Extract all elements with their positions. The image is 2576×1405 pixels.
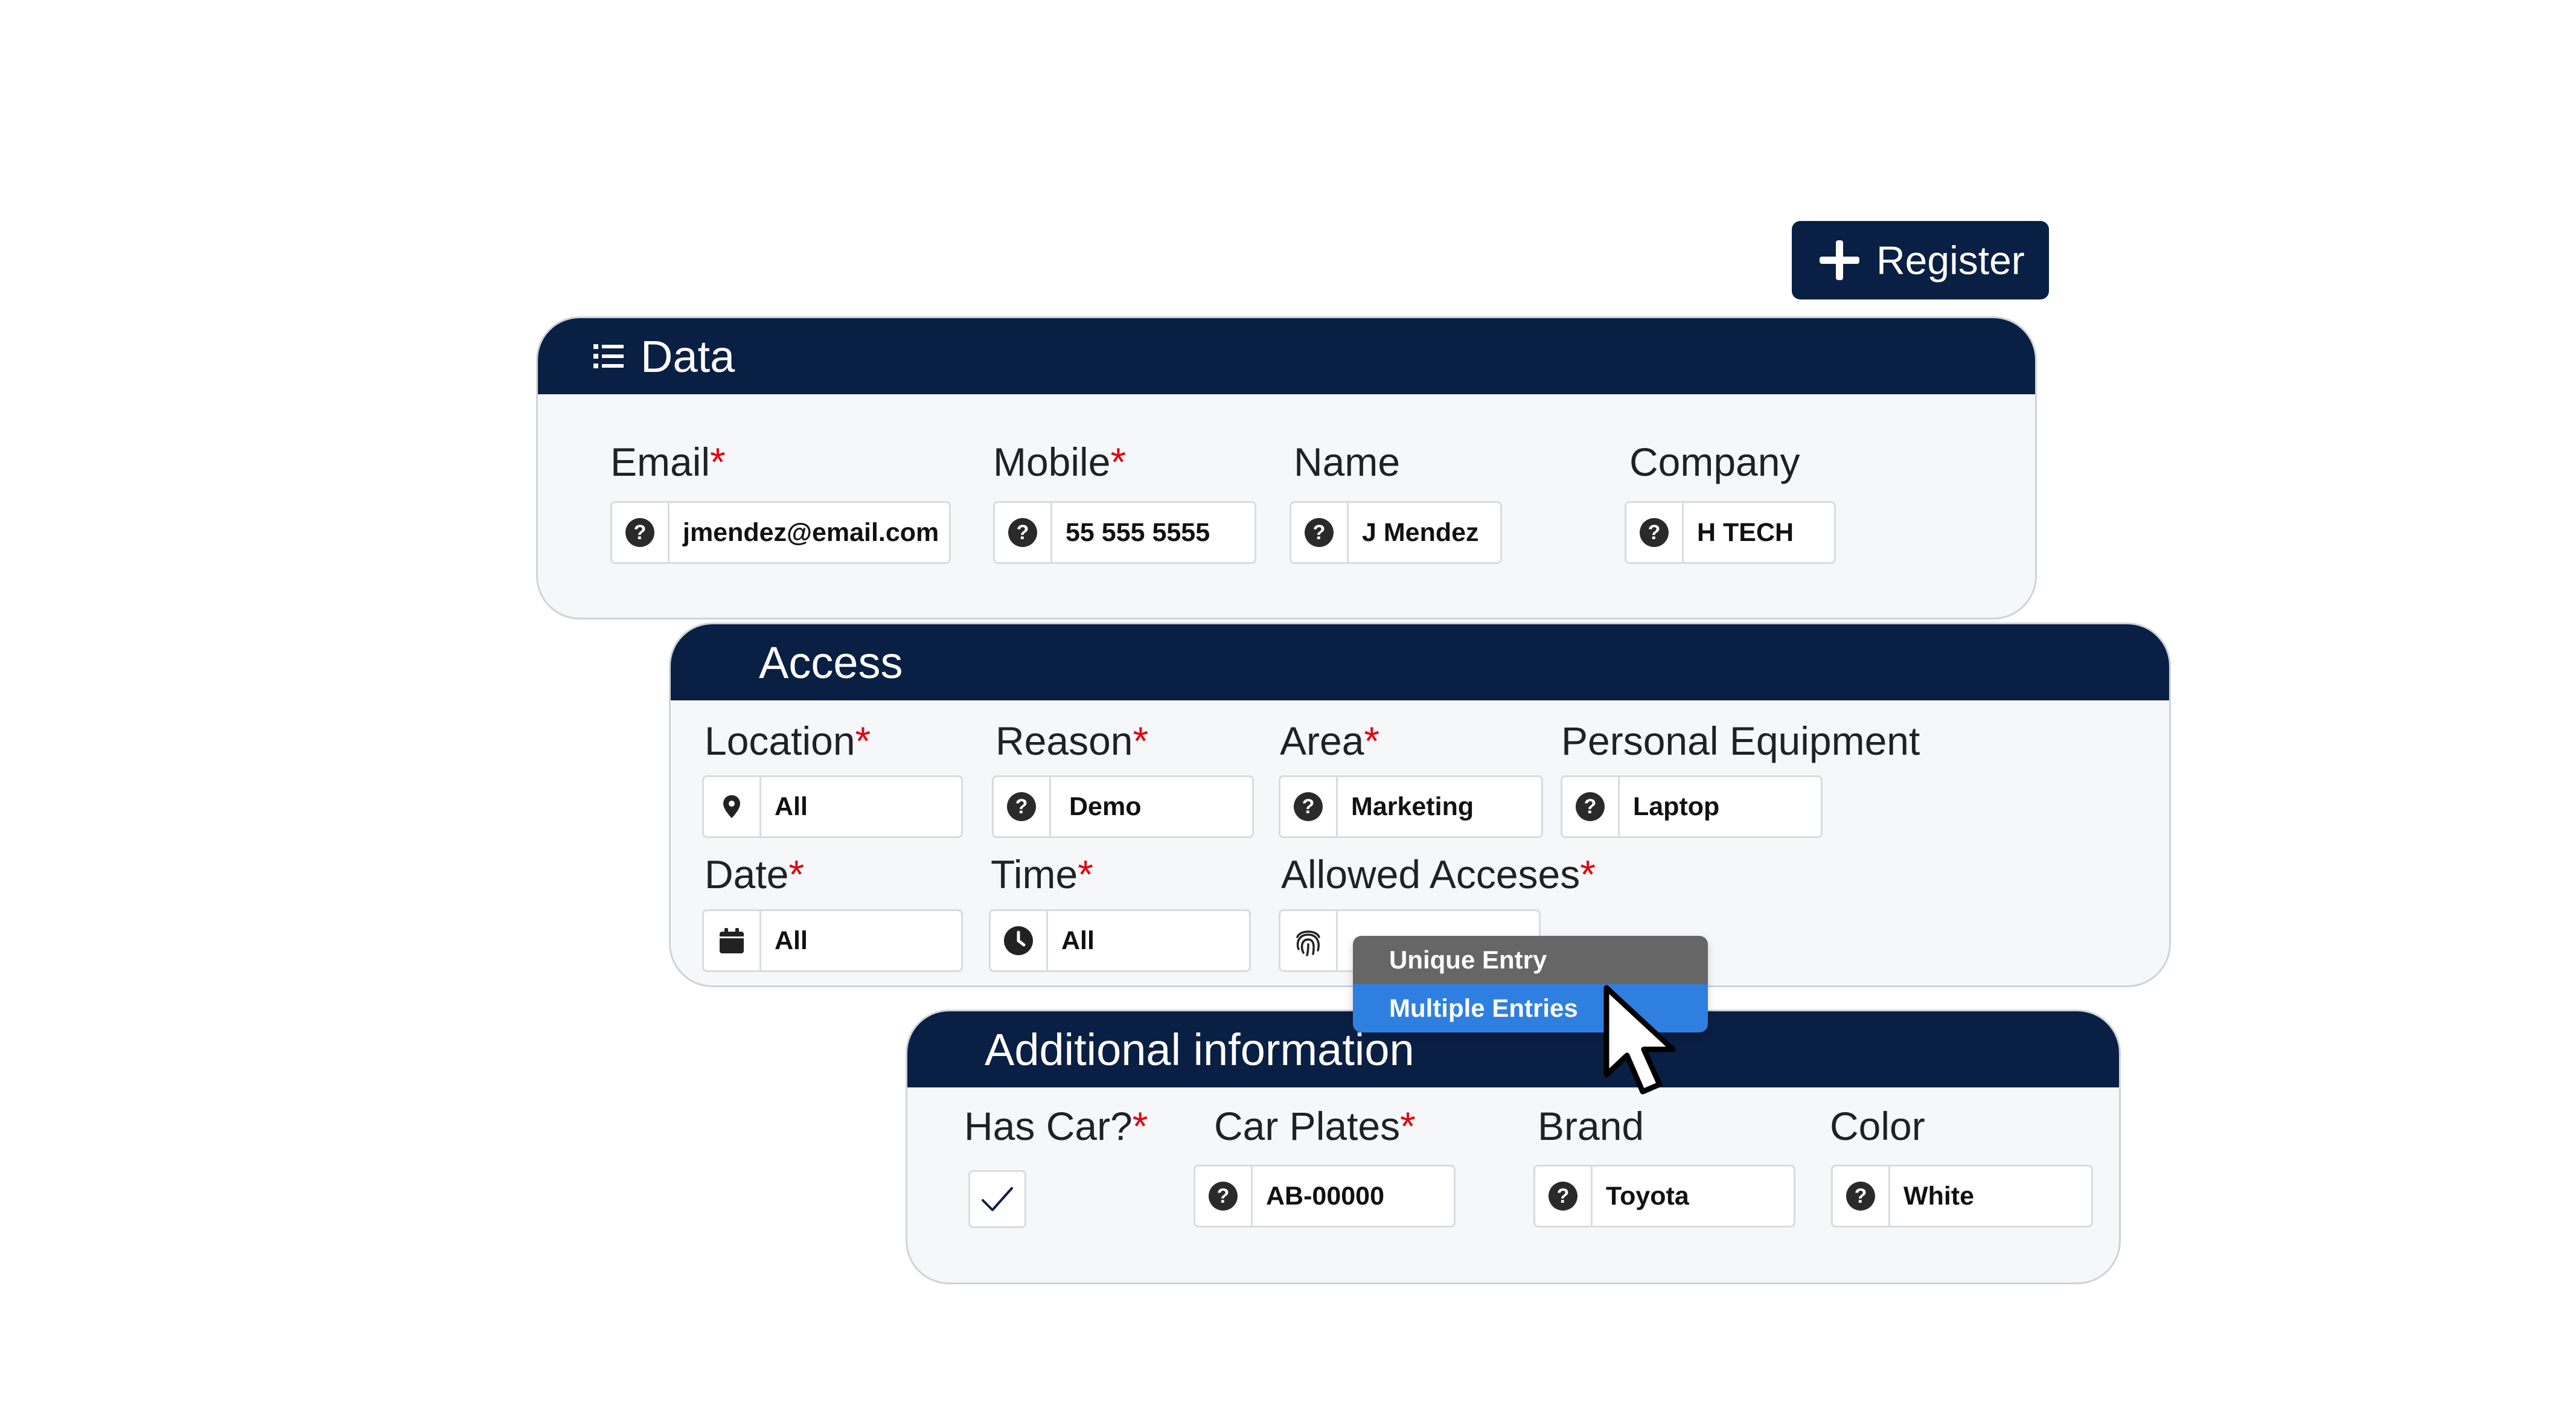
color-label: Color xyxy=(1830,1104,1925,1148)
date-value: All xyxy=(775,926,808,955)
access-card: Access Location* All Reason* ? Demo Area… xyxy=(669,622,2171,987)
email-field[interactable]: ? jmendez@email.com xyxy=(610,501,951,564)
reason-label: Reason* xyxy=(996,719,1149,763)
map-pin-icon xyxy=(723,795,740,818)
allowed-accesses-label: Allowed Acceses* xyxy=(1281,852,1596,897)
name-value: J Mendez xyxy=(1362,517,1479,547)
required-marker: * xyxy=(1364,719,1380,763)
access-card-header: Access xyxy=(671,624,2169,700)
personal-equipment-value: Laptop xyxy=(1633,792,1720,821)
required-marker: * xyxy=(788,852,805,897)
clock-icon xyxy=(1004,926,1033,955)
area-select[interactable]: ? Marketing xyxy=(1279,775,1543,838)
time-value: All xyxy=(1061,926,1095,955)
location-select[interactable]: All xyxy=(702,775,963,838)
car-plates-field[interactable]: ? AB-00000 xyxy=(1194,1165,1456,1227)
required-marker: * xyxy=(855,719,871,763)
personal-equipment-select[interactable]: ? Laptop xyxy=(1561,775,1823,838)
time-picker[interactable]: All xyxy=(989,909,1251,972)
color-field[interactable]: ? White xyxy=(1831,1165,2093,1227)
reason-select[interactable]: ? Demo xyxy=(992,775,1254,838)
plus-icon xyxy=(1816,237,1863,284)
reason-value: Demo xyxy=(1069,792,1142,821)
car-plates-value: AB-00000 xyxy=(1266,1181,1384,1211)
question-circle-icon[interactable]: ? xyxy=(1640,518,1669,547)
has-car-label: Has Car?* xyxy=(964,1104,1148,1148)
question-circle-icon[interactable]: ? xyxy=(1294,792,1323,821)
location-value: All xyxy=(775,792,808,821)
required-marker: * xyxy=(1580,852,1596,897)
question-circle-icon[interactable]: ? xyxy=(1305,518,1334,547)
required-marker: * xyxy=(1400,1104,1416,1148)
date-picker[interactable]: All xyxy=(702,909,963,972)
checkmark-icon xyxy=(982,1187,1013,1211)
brand-field[interactable]: ? Toyota xyxy=(1533,1165,1795,1227)
question-circle-icon[interactable]: ? xyxy=(1209,1182,1238,1211)
register-label: Register xyxy=(1876,238,2025,283)
date-label: Date* xyxy=(705,852,805,897)
name-label: Name xyxy=(1294,440,1401,484)
data-card-title: Data xyxy=(641,331,735,382)
company-value: H TECH xyxy=(1697,517,1794,547)
question-circle-icon[interactable]: ? xyxy=(1548,1182,1577,1211)
personal-equipment-label: Personal Equipment xyxy=(1561,719,1920,763)
additional-info-card: Additional information Has Car?* Car Pla… xyxy=(906,1010,2121,1284)
list-icon xyxy=(593,344,624,368)
company-label: Company xyxy=(1629,440,1800,484)
mobile-value: 55 555 5555 xyxy=(1066,517,1210,547)
mobile-field[interactable]: ? 55 555 5555 xyxy=(993,501,1256,564)
email-value: jmendez@email.com xyxy=(683,517,939,547)
color-value: White xyxy=(1903,1181,1975,1211)
has-car-checkbox[interactable] xyxy=(968,1170,1026,1228)
required-marker: * xyxy=(1110,440,1127,484)
fingerprint-icon xyxy=(1296,930,1320,956)
register-button[interactable]: Register xyxy=(1792,221,2049,299)
location-label: Location* xyxy=(705,719,871,763)
question-circle-icon[interactable]: ? xyxy=(1846,1182,1875,1211)
dropdown-option-unique-entry[interactable]: Unique Entry xyxy=(1353,936,1708,984)
required-marker: * xyxy=(1078,852,1093,897)
additional-info-card-title: Additional information xyxy=(985,1024,1414,1075)
area-label: Area* xyxy=(1280,719,1380,763)
required-marker: * xyxy=(1133,719,1149,763)
area-value: Marketing xyxy=(1351,792,1474,821)
brand-label: Brand xyxy=(1538,1104,1644,1148)
data-card-header: Data xyxy=(538,318,2035,394)
question-circle-icon[interactable]: ? xyxy=(1008,518,1037,547)
email-label: Email* xyxy=(610,440,726,484)
calendar-icon xyxy=(720,928,744,953)
mobile-label: Mobile* xyxy=(993,440,1127,484)
time-label: Time* xyxy=(991,852,1093,897)
question-circle-icon[interactable]: ? xyxy=(1576,792,1605,821)
mouse-pointer-icon xyxy=(1603,985,1676,1095)
company-field[interactable]: ? H TECH xyxy=(1625,501,1836,564)
data-card: Data Email* ? jmendez@email.com Mobile* … xyxy=(536,316,2037,619)
question-circle-icon[interactable]: ? xyxy=(1007,792,1036,821)
car-plates-label: Car Plates* xyxy=(1214,1104,1416,1148)
question-circle-icon[interactable]: ? xyxy=(625,518,654,547)
required-marker: * xyxy=(1132,1104,1148,1148)
access-card-title: Access xyxy=(759,637,903,688)
required-marker: * xyxy=(710,440,726,484)
name-field[interactable]: ? J Mendez xyxy=(1290,501,1502,564)
brand-value: Toyota xyxy=(1606,1181,1689,1211)
